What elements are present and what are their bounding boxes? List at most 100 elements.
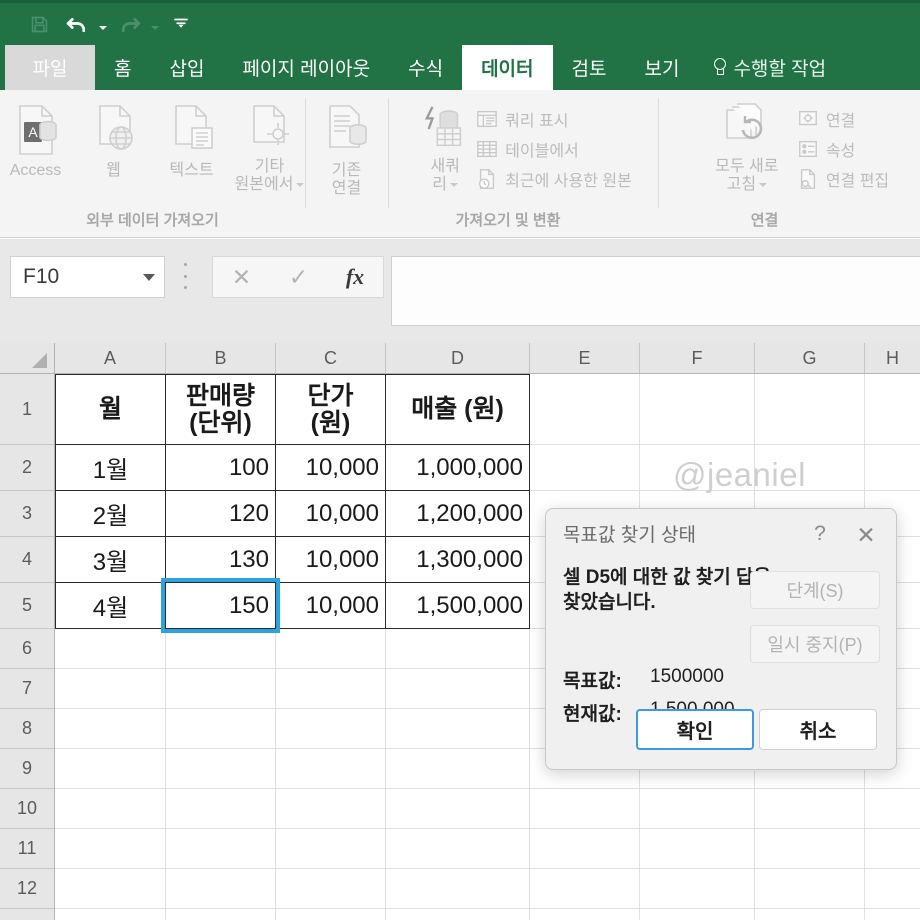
select-all-corner[interactable]	[0, 343, 55, 373]
row-header-10[interactable]: 10	[0, 789, 54, 829]
row-header-13[interactable]: 13	[0, 909, 54, 920]
tab-formulas[interactable]: 수식	[389, 45, 462, 90]
tab-page-layout[interactable]: 페이지 레이아웃	[223, 45, 389, 90]
ribbon-button-access[interactable]: A Access	[0, 96, 75, 180]
column-header-f[interactable]: F	[640, 343, 755, 373]
ribbon-button-new-query-label2: 리	[432, 176, 459, 194]
name-box[interactable]: F10	[10, 256, 165, 298]
ribbon-button-web[interactable]: 웹	[75, 96, 153, 180]
ribbon-button-refresh-all[interactable]: 모두 새로 고침	[697, 96, 797, 194]
ribbon-button-other-sources-label2: 원본에서	[235, 176, 305, 194]
customize-toolbar-icon[interactable]	[162, 7, 200, 41]
dialog-title-bar[interactable]: 목표값 찾기 상태	[546, 509, 896, 557]
undo-icon[interactable]	[58, 7, 96, 41]
row-header-3[interactable]: 3	[0, 491, 54, 537]
current-value-label: 현재값:	[563, 704, 622, 725]
ribbon-button-connections[interactable]: 연결	[797, 105, 889, 132]
cell-d2[interactable]: 1,000,000	[385, 444, 530, 491]
column-header-g[interactable]: G	[755, 343, 865, 373]
row-header-12[interactable]: 12	[0, 869, 54, 909]
formula-input[interactable]	[391, 256, 920, 326]
tab-insert[interactable]: 삽입	[150, 45, 223, 90]
chevron-down-icon[interactable]	[450, 182, 459, 187]
cell-d5[interactable]: 1,500,000	[385, 582, 530, 629]
column-header-h[interactable]: H	[865, 343, 920, 373]
cell-c5[interactable]: 10,000	[275, 582, 386, 629]
cell-d1[interactable]: 매출 (원)	[385, 374, 530, 445]
cell-a2[interactable]: 1월	[55, 444, 166, 491]
cell-b3[interactable]: 120	[165, 490, 276, 537]
watermark-text: @jeaniel	[673, 456, 806, 493]
cell-a3[interactable]: 2월	[55, 490, 166, 537]
insert-function-icon[interactable]: fx	[346, 264, 364, 290]
cell-d3[interactable]: 1,200,000	[385, 490, 530, 537]
undo-dropdown-icon[interactable]	[96, 7, 110, 41]
column-header-b[interactable]: B	[166, 343, 276, 373]
ribbon-button-existing-connections-label: 기존	[331, 162, 362, 179]
cell-c3[interactable]: 10,000	[275, 490, 386, 537]
chevron-down-icon[interactable]	[759, 182, 768, 187]
column-header-d[interactable]: D	[386, 343, 530, 373]
cell-b2[interactable]: 100	[165, 444, 276, 491]
redo-icon[interactable]	[110, 7, 148, 41]
formula-bar-grip[interactable]	[183, 263, 187, 289]
tab-review[interactable]: 검토	[553, 45, 626, 90]
ribbon-button-new-query[interactable]: 새쿼 리	[414, 96, 476, 194]
ribbon-button-existing-connections-label2: 연결	[331, 179, 362, 197]
ok-button[interactable]: 확인	[636, 709, 754, 750]
ribbon-group-connections-title: 연결	[750, 212, 779, 229]
cell-b1[interactable]: 판매량 (단위)	[165, 374, 276, 445]
column-header-e[interactable]: E	[530, 343, 640, 373]
row-header-8[interactable]: 8	[0, 709, 54, 749]
pause-button[interactable]: 일시 중지(P)	[750, 625, 880, 663]
ribbon-button-recent-sources[interactable]: 최근에 사용한 원본	[476, 165, 632, 192]
close-icon[interactable]: ✕	[852, 521, 880, 549]
tab-file[interactable]: 파일	[5, 45, 95, 90]
cell-a1[interactable]: 월	[55, 374, 166, 445]
row-header-6[interactable]: 6	[0, 629, 54, 669]
name-box-value: F10	[23, 265, 60, 288]
cell-a4[interactable]: 3월	[55, 536, 166, 583]
ribbon-button-connections-label: 연결	[825, 112, 856, 130]
tell-me-box[interactable]: 수행할 작업	[698, 45, 826, 90]
step-button[interactable]: 단계(S)	[750, 571, 880, 609]
cell-c1[interactable]: 단가 (원)	[275, 374, 386, 445]
ribbon-button-edit-links[interactable]: 연결 편집	[797, 165, 889, 192]
ribbon-button-from-table[interactable]: 테이블에서	[476, 135, 632, 162]
tab-data[interactable]: 데이터	[462, 45, 553, 90]
cell-b4[interactable]: 130	[165, 536, 276, 583]
ribbon-button-existing-connections[interactable]: 기존 연결	[308, 96, 386, 198]
column-header-a[interactable]: A	[55, 343, 166, 373]
ribbon-button-show-queries[interactable]: 쿼리 표시	[476, 105, 632, 132]
ribbon-button-edit-links-label: 연결 편집	[825, 172, 890, 190]
ribbon-button-other-sources[interactable]: 기타 원본에서	[231, 96, 309, 194]
row-header-11[interactable]: 11	[0, 829, 54, 869]
row-header-9[interactable]: 9	[0, 749, 54, 789]
row-header-column: 1 2 3 4 5 6 7 8 9 10 11 12 13	[0, 374, 55, 920]
cell-c4[interactable]: 10,000	[275, 536, 386, 583]
row-header-2[interactable]: 2	[0, 445, 54, 491]
accept-check-icon[interactable]: ✓	[289, 264, 308, 291]
cell-a5[interactable]: 4월	[55, 582, 166, 629]
row-header-1[interactable]: 1	[0, 374, 54, 445]
cancel-icon[interactable]: ✕	[232, 264, 251, 291]
column-header-c[interactable]: C	[276, 343, 386, 373]
chevron-down-icon[interactable]	[296, 182, 305, 187]
ribbon-button-properties[interactable]: 속성	[797, 135, 889, 162]
cancel-button[interactable]: 취소	[759, 709, 877, 750]
save-icon[interactable]	[20, 7, 58, 41]
ribbon-button-from-table-label: 테이블에서	[505, 142, 579, 160]
redo-dropdown-icon[interactable]	[148, 7, 162, 41]
help-icon[interactable]: ?	[807, 521, 833, 547]
row-header-7[interactable]: 7	[0, 669, 54, 709]
ribbon-group-get-transform: 새쿼 리 쿼리 표시 테이블에서 최근에 사용한 원본 가져오기 및 변환	[388, 90, 658, 237]
tab-home[interactable]: 홈	[95, 45, 150, 90]
cell-b5[interactable]: 150	[165, 582, 276, 629]
name-box-dropdown-icon[interactable]	[134, 273, 164, 281]
tab-view[interactable]: 보기	[625, 45, 698, 90]
cell-d4[interactable]: 1,300,000	[385, 536, 530, 583]
ribbon-button-text[interactable]: 텍스트	[153, 96, 231, 180]
row-header-4[interactable]: 4	[0, 537, 54, 583]
row-header-5[interactable]: 5	[0, 583, 54, 629]
cell-c2[interactable]: 10,000	[275, 444, 386, 491]
